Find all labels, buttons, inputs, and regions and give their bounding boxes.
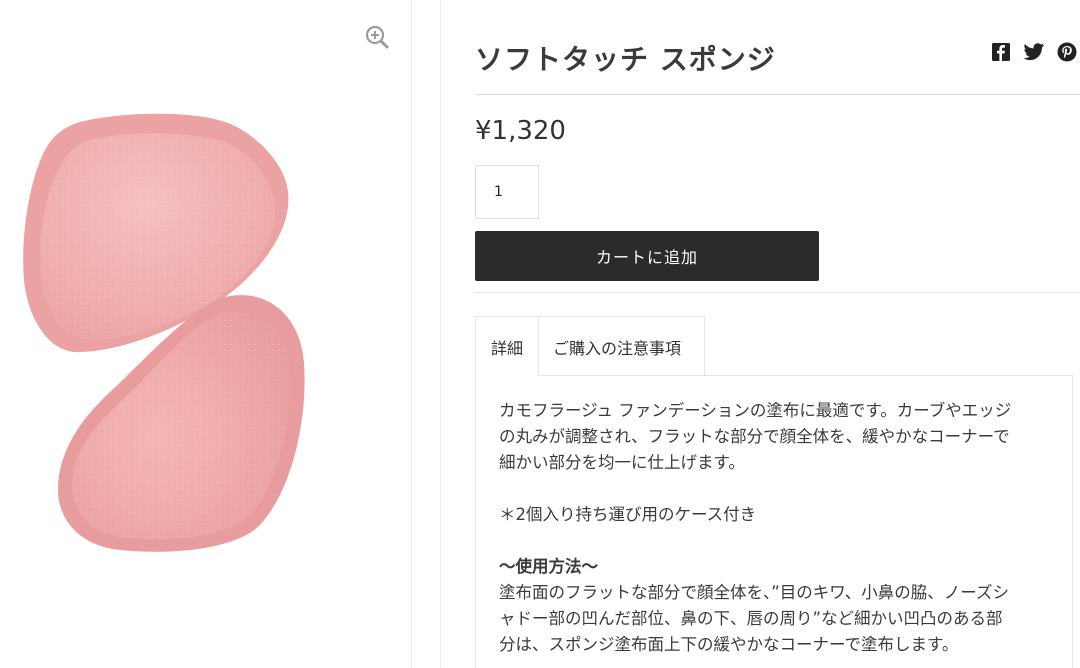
product-gallery [0, 0, 412, 668]
description-line: の丸みが調整され、フラットな部分で顔全体を、緩やかなコーナーで [499, 427, 1010, 446]
tab-purchase-notes-label: ご購入の注意事項 [553, 338, 682, 358]
product-info: ソフトタッチ スポンジ ¥1,320 カートに追加 詳細 ご購入の注意事項 カモ… [440, 0, 1080, 668]
share-links [991, 42, 1077, 62]
quantity-input[interactable] [475, 165, 539, 219]
product-image[interactable] [10, 100, 320, 560]
product-title: ソフトタッチ スポンジ [475, 43, 776, 76]
description-line: 細かい部分を均一に仕上げます。 [499, 453, 745, 472]
usage-line: ャドー部の凹んだ部位、鼻の下、唇の周り”など細かい凹凸のある部 [499, 609, 1003, 628]
usage-line: 分は、スポンジ塗布面上下の緩やかなコーナーで塗布します。 [499, 635, 959, 654]
zoom-in-icon[interactable] [364, 24, 390, 50]
usage-heading: 〜使用方法〜 [499, 557, 598, 576]
case-note: ＊2個入り持ち運び用のケース付き [499, 505, 757, 524]
description-line: カモフラージュ ファンデーションの塗布に最適です。カーブやエッジ [499, 401, 1012, 420]
facebook-icon[interactable] [991, 42, 1011, 62]
tab-detail-label: 詳細 [491, 338, 524, 358]
tab-purchase-notes[interactable]: ご購入の注意事項 [538, 316, 705, 376]
tab-panel-detail: カモフラージュ ファンデーションの塗布に最適です。カーブやエッジ の丸みが調整さ… [475, 375, 1073, 668]
product-price: ¥1,320 [475, 116, 566, 146]
section-divider [475, 292, 1080, 293]
twitter-icon[interactable] [1023, 42, 1045, 62]
title-divider [475, 94, 1080, 95]
usage-line: 塗布面のフラットな部分で顔全体を、”目のキワ、小鼻の脇、ノーズシ [499, 583, 1009, 602]
add-to-cart-button[interactable]: カートに追加 [475, 231, 819, 281]
pinterest-icon[interactable] [1057, 42, 1077, 62]
tab-detail[interactable]: 詳細 [475, 316, 539, 376]
